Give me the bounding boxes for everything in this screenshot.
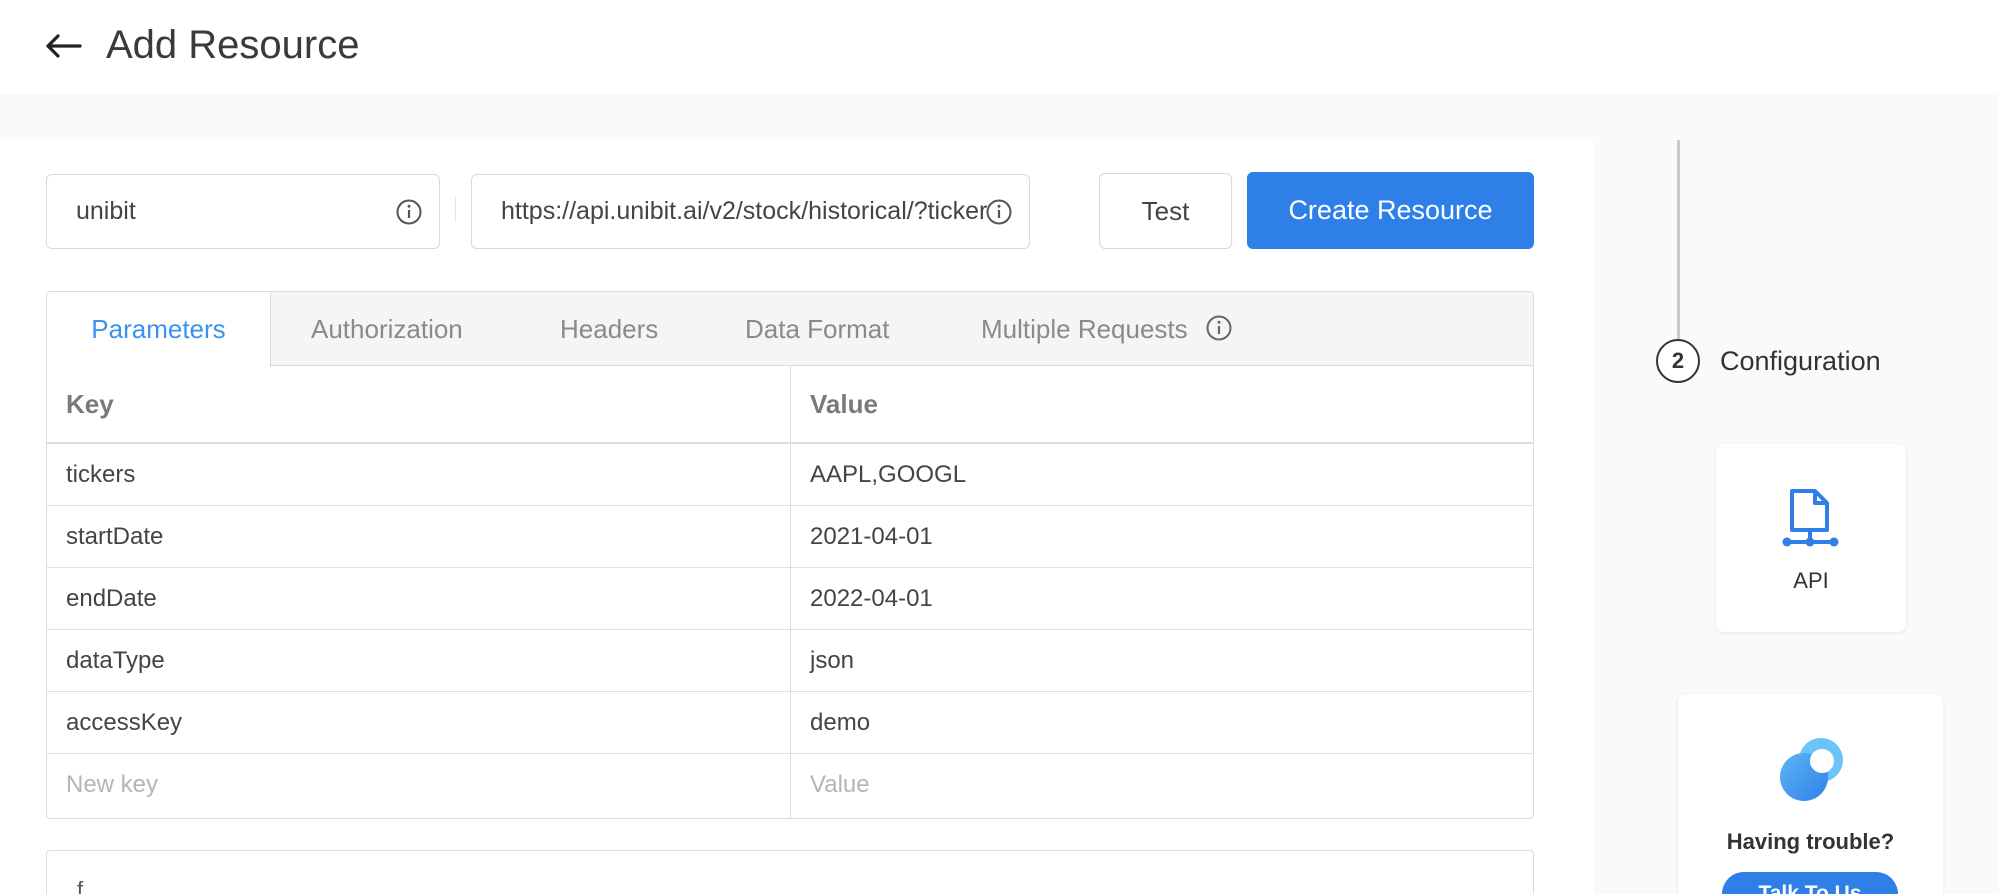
arrow-left-icon[interactable] xyxy=(38,22,88,70)
param-key[interactable]: tickers xyxy=(66,461,135,489)
api-card-label: API xyxy=(1793,568,1829,593)
tab-multiple-requests-label: Multiple Requests xyxy=(981,314,1188,344)
help-text: Having trouble? xyxy=(1726,829,1895,854)
tab-data-format[interactable]: Data Format xyxy=(745,292,890,366)
column-divider xyxy=(790,366,791,818)
info-icon xyxy=(1206,315,1232,341)
create-resource-button[interactable]: Create Resource xyxy=(1247,172,1534,249)
secondary-panel: f xyxy=(46,850,1534,894)
top-bar: Add Resource xyxy=(0,0,1999,94)
help-card: Having trouble? Talk To Us xyxy=(1678,694,1943,894)
talk-to-us-button[interactable]: Talk To Us xyxy=(1722,872,1898,894)
info-icon xyxy=(986,199,1012,225)
tab-headers[interactable]: Headers xyxy=(560,292,658,366)
param-value[interactable]: 2022-04-01 xyxy=(810,585,933,613)
param-value[interactable]: AAPL,GOOGL xyxy=(810,461,966,489)
tab-parameters[interactable]: Parameters xyxy=(47,292,271,367)
resource-url-value: https://api.unibit.ai/v2/stock/historica… xyxy=(501,197,987,225)
tab-authorization[interactable]: Authorization xyxy=(311,292,463,366)
page-title: Add Resource xyxy=(106,23,360,67)
new-value-input[interactable]: Value xyxy=(810,771,870,799)
param-value[interactable]: demo xyxy=(810,709,870,737)
step-connector-line xyxy=(1677,140,1680,340)
param-key[interactable]: startDate xyxy=(66,523,163,551)
chat-bubbles-icon xyxy=(1780,738,1843,801)
request-config-panel: Parameters Authorization Headers Data Fo… xyxy=(46,291,1534,819)
resource-name-value: unibit xyxy=(76,197,136,225)
field-divider xyxy=(455,196,456,222)
param-value[interactable]: 2021-04-01 xyxy=(810,523,933,551)
param-key[interactable]: accessKey xyxy=(66,709,182,737)
key-column-header: Key xyxy=(66,389,114,419)
param-key[interactable]: dataType xyxy=(66,647,165,675)
param-key[interactable]: endDate xyxy=(66,585,157,613)
info-icon xyxy=(396,199,422,225)
tab-multiple-requests[interactable]: Multiple Requests xyxy=(981,292,1233,366)
step-label: Configuration xyxy=(1720,346,1881,376)
tab-bar: Parameters Authorization Headers Data Fo… xyxy=(47,292,1533,367)
test-button[interactable]: Test xyxy=(1099,173,1232,249)
resource-url-input[interactable]: https://api.unibit.ai/v2/stock/historica… xyxy=(471,174,1030,249)
param-value[interactable]: json xyxy=(810,647,854,675)
api-document-icon xyxy=(1782,489,1839,547)
value-column-header: Value xyxy=(810,389,878,419)
api-card[interactable]: API xyxy=(1716,444,1906,632)
step-number-badge: 2 xyxy=(1656,339,1700,383)
new-key-input[interactable]: New key xyxy=(66,771,158,799)
resource-name-input[interactable]: unibit xyxy=(46,174,440,249)
secondary-panel-text: f xyxy=(77,877,84,894)
